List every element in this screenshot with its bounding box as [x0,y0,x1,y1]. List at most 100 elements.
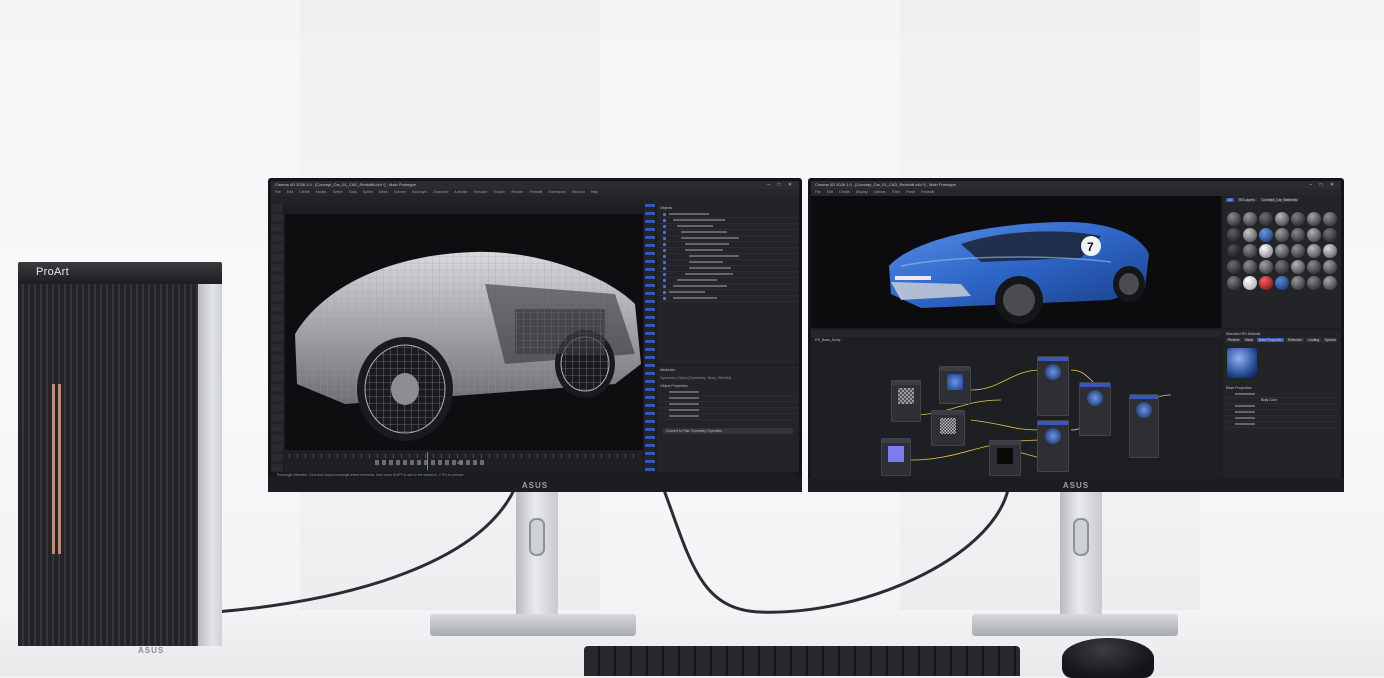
attribute-row[interactable] [659,414,797,420]
material-tab-all[interactable]: All [1226,198,1234,202]
material-swatch[interactable] [1243,276,1257,290]
menu-display[interactable]: Display [856,190,868,194]
window-controls[interactable]: – □ ✕ [767,181,795,189]
mouse[interactable] [1062,638,1154,678]
material-swatch[interactable] [1323,228,1337,242]
menu-create[interactable]: Create [839,190,850,194]
render-view[interactable]: 7 [811,196,1221,328]
node-editor[interactable]: RS_Base_Body [811,330,1221,478]
material-swatch[interactable] [1291,228,1305,242]
inspector-tab-preview[interactable]: Preview [1226,338,1242,342]
material-swatch[interactable] [1275,212,1289,226]
menu-character[interactable]: Character [433,190,449,194]
inspector-row[interactable] [1225,422,1339,428]
menu-volume[interactable]: Volume [394,190,406,194]
node-material-blender[interactable] [1079,382,1111,436]
node-output[interactable] [1129,394,1159,458]
material-swatch[interactable] [1307,260,1321,274]
menu-extensions[interactable]: Extensions [548,190,566,194]
menu-mesh[interactable]: Mesh [379,190,388,194]
material-tab-concept[interactable]: Concept_Car_Materials [1259,198,1300,202]
node-body-color[interactable] [939,366,971,404]
material-swatch[interactable] [1275,276,1289,290]
menu-modes[interactable]: Modes [316,190,327,194]
menu-redshift[interactable]: Redshift [921,190,934,194]
menu-options[interactable]: Options [874,190,886,194]
object-row[interactable] [659,296,797,302]
material-inspector: Standard RS Material Preview Basic Base … [1223,330,1341,478]
menu-simulate[interactable]: Simulate [473,190,487,194]
material-swatch[interactable] [1275,260,1289,274]
material-swatch[interactable] [1323,260,1337,274]
material-swatch[interactable] [1323,244,1337,258]
node-texture-roughness[interactable] [891,380,921,422]
material-swatch[interactable] [1275,244,1289,258]
material-tab-layers[interactable]: RS Layers [1236,198,1257,202]
menu-file[interactable]: File [275,190,281,194]
node-texture[interactable] [931,410,965,446]
menu-mograph[interactable]: MoGraph [412,190,427,194]
material-swatch[interactable] [1323,276,1337,290]
material-swatch[interactable] [1259,276,1273,290]
material-swatch-grid[interactable] [1227,212,1337,290]
menu-edit[interactable]: Edit [287,190,293,194]
node-rs-material[interactable] [1037,356,1069,416]
menu-panel[interactable]: Panel [906,190,915,194]
material-swatch[interactable] [1323,212,1337,226]
menu-file[interactable]: File [815,190,821,194]
menu-edit[interactable]: Edit [827,190,833,194]
material-manager: All RS Layers Concept_Car_Materials [1223,196,1341,328]
mode-palette[interactable] [645,204,655,472]
tower-logo: ASUS [138,646,165,655]
node-bump-map[interactable] [989,440,1021,476]
node-normal[interactable] [881,438,911,476]
material-swatch[interactable] [1259,244,1273,258]
menu-window[interactable]: Window [572,190,585,194]
material-swatch[interactable] [1291,260,1305,274]
material-swatch[interactable] [1227,228,1241,242]
material-swatch[interactable] [1307,244,1321,258]
inspector-tab-reflection[interactable]: Reflection [1285,338,1305,342]
playback-controls[interactable] [375,460,485,465]
material-swatch[interactable] [1259,260,1273,274]
menu-tracker[interactable]: Tracker [493,190,505,194]
3d-viewport[interactable] [285,214,643,450]
material-swatch[interactable] [1259,228,1273,242]
inspector-tab-special[interactable]: Special [1323,338,1338,342]
material-swatch[interactable] [1307,212,1321,226]
menu-spline[interactable]: Spline [363,190,373,194]
material-swatch[interactable] [1227,276,1241,290]
convert-symmetry-button[interactable]: Convert to Plain Symmetry Operation [663,428,793,434]
material-swatch[interactable] [1291,276,1305,290]
material-swatch[interactable] [1243,244,1257,258]
material-swatch[interactable] [1227,244,1241,258]
material-swatch[interactable] [1243,260,1257,274]
timeline-playhead[interactable] [427,452,428,470]
material-swatch[interactable] [1243,228,1257,242]
material-swatch[interactable] [1307,276,1321,290]
inspector-tab-base[interactable]: Base Properties [1257,338,1284,342]
menu-render[interactable]: Render [511,190,523,194]
menu-help[interactable]: Help [591,190,598,194]
node-rs-material-2[interactable] [1037,420,1069,472]
animation-timeline[interactable]: 0 F [285,450,643,474]
menu-redshift[interactable]: Redshift [529,190,542,194]
material-swatch[interactable] [1275,228,1289,242]
material-swatch[interactable] [1227,212,1241,226]
menu-create[interactable]: Create [299,190,310,194]
material-swatch[interactable] [1259,212,1273,226]
material-swatch[interactable] [1291,244,1305,258]
inspector-tab-coating[interactable]: Coating [1306,338,1322,342]
tool-palette[interactable] [271,204,283,472]
material-swatch[interactable] [1307,228,1321,242]
menu-tools[interactable]: Tools [349,190,357,194]
menu-select[interactable]: Select [333,190,343,194]
material-swatch[interactable] [1243,212,1257,226]
material-swatch[interactable] [1291,212,1305,226]
menu-filter[interactable]: Filter [892,190,900,194]
menu-animate[interactable]: Animate [454,190,467,194]
material-swatch[interactable] [1227,260,1241,274]
inspector-tab-basic[interactable]: Basic [1243,338,1256,342]
window-controls[interactable]: – □ ✕ [1309,181,1337,189]
keyboard[interactable] [584,646,1020,676]
